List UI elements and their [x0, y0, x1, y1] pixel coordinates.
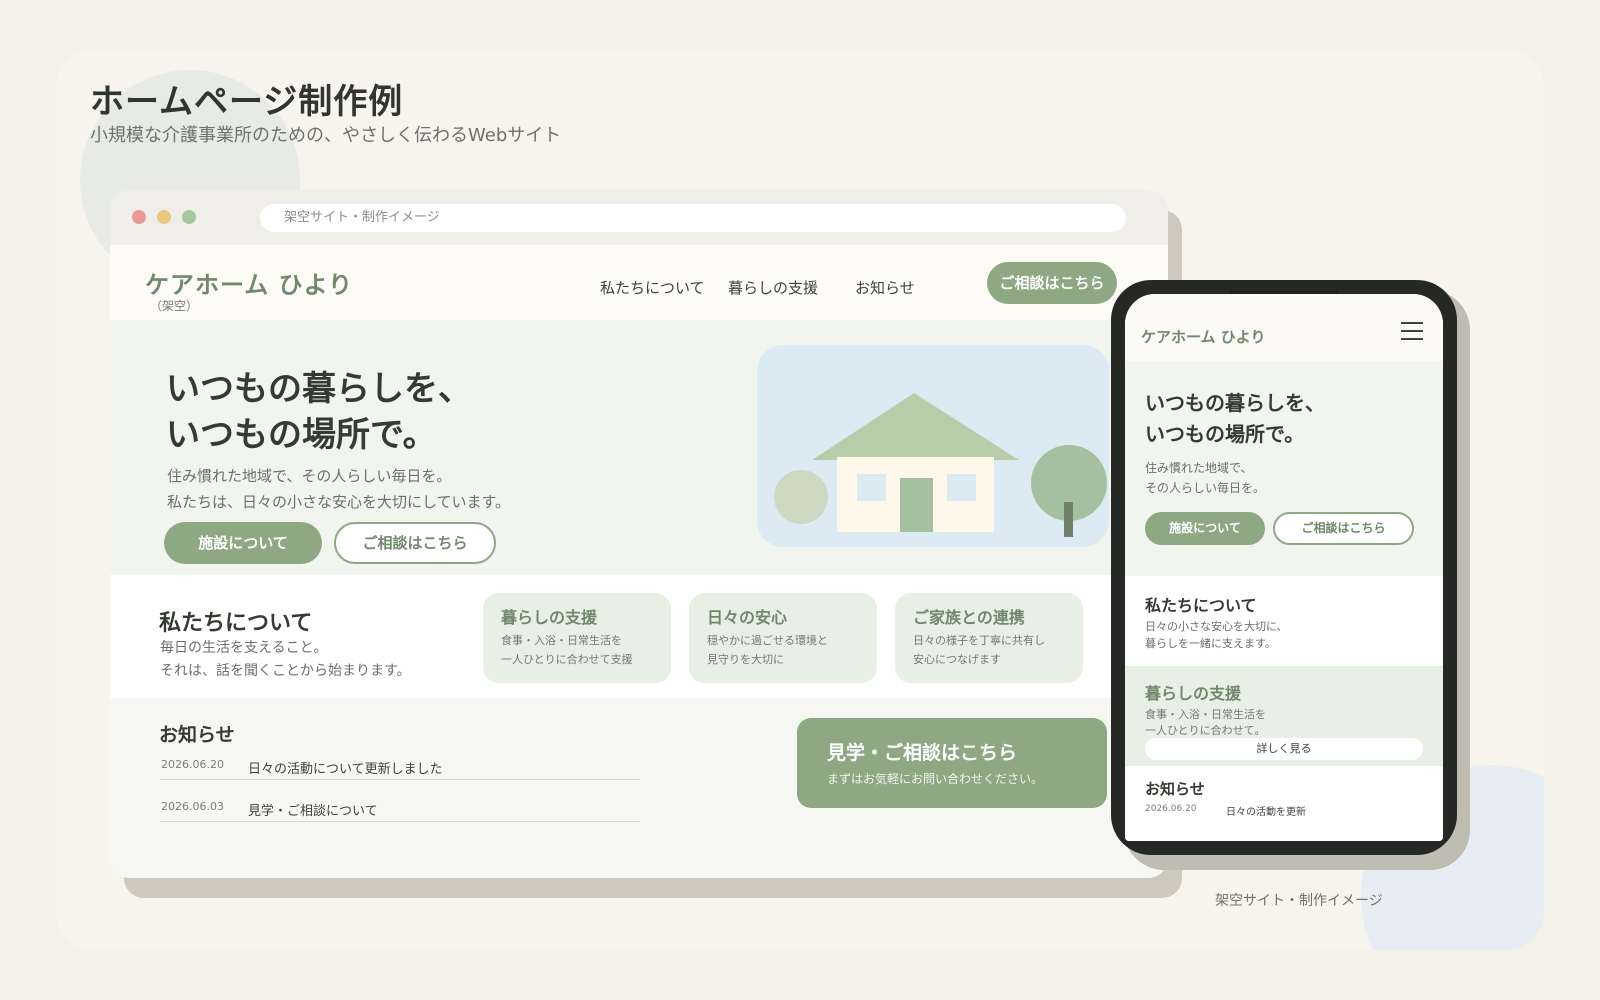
mobile-about-title: 私たちについて: [1145, 596, 1257, 615]
service-card-family[interactable]: ご家族との連携 日々の様子を丁寧に共有し 安心につなげます: [895, 593, 1083, 683]
house-window-shape: [947, 474, 976, 501]
site-header: ケアホーム ひより （架空） 私たちについて 暮らしの支援 お知らせ ご相談はこ…: [110, 245, 1168, 320]
card-title: ご家族との連携: [913, 608, 1025, 627]
mobile-hero-title-line: いつもの暮らしを、: [1145, 391, 1325, 415]
window-minimize-dot[interactable]: [157, 210, 171, 224]
tree-trunk-shape: [1064, 502, 1073, 537]
card-text: 穏やかに過ごせる環境と 見守りを大切に: [707, 631, 877, 669]
service-card-safety[interactable]: 日々の安心 穏やかに過ごせる環境と 見守りを大切に: [689, 593, 877, 683]
mobile-news-section: お知らせ 2026.06.20 日々の活動を更新: [1125, 766, 1443, 841]
mobile-about-section: 私たちについて 日々の小さな安心を大切に、 暮らしを一緒に支えます。: [1125, 576, 1443, 666]
news-text: 日々の活動について更新しました: [248, 762, 443, 777]
mobile-support-text: 食事・入浴・日常生活を 一人ひとりに合わせて。: [1145, 707, 1266, 739]
mobile-phone-mockup: ケアホーム ひより いつもの暮らしを、 いつもの場所で。 住み慣れた地域で、 そ…: [1111, 280, 1457, 855]
page-title: ホームページ制作例: [90, 82, 404, 122]
about-text: 毎日の生活を支えること。 それは、話を聞くことから始まります。: [160, 637, 411, 683]
page-subtitle: 小規模な介護事業所のための、やさしく伝わるWebサイト: [90, 125, 562, 146]
house-roof-shape: [812, 393, 1019, 460]
bush-shape: [774, 470, 828, 524]
facility-button[interactable]: 施設について: [164, 522, 322, 564]
window-maximize-dot[interactable]: [182, 210, 196, 224]
hero-text-line: 住み慣れた地域で、その人らしい毎日を。: [167, 467, 452, 485]
phone-screen: ケアホーム ひより いつもの暮らしを、 いつもの場所で。 住み慣れた地域で、 そ…: [1125, 294, 1443, 841]
news-section: お知らせ 2026.06.20 日々の活動について更新しました 2026.06.…: [110, 698, 1168, 878]
mobile-support-title: 暮らしの支援: [1145, 684, 1242, 703]
news-date: 2026.06.20: [161, 758, 224, 771]
address-bar[interactable]: 架空サイト・制作イメージ: [260, 204, 1126, 232]
mobile-header: ケアホーム ひより: [1125, 294, 1443, 361]
about-text-line: それは、話を聞くことから始まります。: [160, 663, 411, 679]
contact-banner[interactable]: 見学・ご相談はこちら まずはお気軽にお問い合わせください。: [797, 718, 1107, 808]
hero-title: いつもの暮らしを、 いつもの場所で。: [166, 366, 472, 458]
mobile-hero-text: 住み慣れた地域で、 その人らしい毎日を。: [1145, 458, 1265, 498]
mobile-news-date: 2026.06.20: [1145, 804, 1197, 814]
card-text-line: 見守りを大切に: [707, 653, 784, 666]
card-text-line: 日々の様子を丁寧に共有し: [913, 634, 1045, 647]
card-text-line: 安心につなげます: [913, 653, 1001, 666]
mobile-hero-text-line: その人らしい毎日を。: [1145, 481, 1266, 495]
card-text-line: 食事・入浴・日常生活を: [501, 634, 622, 647]
desktop-browser-mockup: 架空サイト・制作イメージ ケアホーム ひより （架空） 私たちについて 暮らしの…: [110, 190, 1168, 878]
hero-title-line: いつもの場所で。: [166, 415, 437, 455]
mobile-consult-button[interactable]: ご相談はこちら: [1273, 512, 1414, 545]
hero-section: いつもの暮らしを、 いつもの場所で。 住み慣れた地域で、その人らしい毎日を。 私…: [110, 320, 1168, 575]
mobile-news-text[interactable]: 日々の活動を更新: [1226, 803, 1306, 818]
card-title: 暮らしの支援: [501, 608, 598, 627]
nav-item-support[interactable]: 暮らしの支援: [728, 277, 818, 298]
news-date: 2026.06.03: [161, 800, 224, 813]
hamburger-menu-icon[interactable]: [1401, 322, 1423, 340]
contact-text: まずはお気軽にお問い合わせください。: [827, 772, 1044, 786]
mobile-hero-title: いつもの暮らしを、 いつもの場所で。: [1145, 388, 1325, 450]
mobile-hero-title-line: いつもの場所で。: [1145, 422, 1305, 446]
about-title: 私たちについて: [159, 611, 313, 636]
mobile-facility-button[interactable]: 施設について: [1145, 512, 1265, 545]
house-window-shape: [857, 474, 886, 501]
house-illustration: [757, 345, 1109, 547]
header-consult-button[interactable]: ご相談はこちら: [987, 262, 1117, 304]
news-item[interactable]: 2026.06.20 日々の活動について更新しました: [160, 756, 640, 780]
about-text-line: 毎日の生活を支えること。: [160, 640, 328, 656]
mobile-support-text-line: 食事・入浴・日常生活を: [1145, 708, 1266, 721]
card-text: 食事・入浴・日常生活を 一人ひとりに合わせて支援: [501, 631, 671, 669]
news-text: 見学・ご相談について: [248, 804, 378, 819]
browser-toolbar: 架空サイト・制作イメージ: [110, 190, 1168, 245]
window-close-dot[interactable]: [132, 210, 146, 224]
site-logo-note: （架空）: [150, 299, 199, 313]
card-text-line: 一人ひとりに合わせて支援: [501, 653, 633, 666]
news-item[interactable]: 2026.06.03 見学・ご相談について: [160, 798, 640, 822]
page-heading: ホームページ制作例 小規模な介護事業所のための、やさしく伝わるWebサイト: [90, 80, 561, 148]
mobile-support-text-line: 一人ひとりに合わせて。: [1145, 724, 1266, 737]
site-logo[interactable]: ケアホーム ひより: [145, 265, 353, 300]
mobile-about-text-line: 日々の小さな安心を大切に、: [1145, 620, 1288, 633]
about-section: 私たちについて 毎日の生活を支えること。 それは、話を聞くことから始まります。 …: [110, 575, 1168, 698]
mobile-hero-text-line: 住み慣れた地域で、: [1145, 461, 1253, 475]
consult-button[interactable]: ご相談はこちら: [334, 522, 496, 564]
news-title: お知らせ: [159, 724, 235, 746]
nav-item-news[interactable]: お知らせ: [855, 277, 915, 298]
image-caption: 架空サイト・制作イメージ: [1215, 893, 1383, 909]
showcase-panel: ホームページ制作例 小規模な介護事業所のための、やさしく伝わるWebサイト 架空…: [56, 50, 1544, 950]
mobile-news-title: お知らせ: [1145, 780, 1205, 798]
nav-item-about[interactable]: 私たちについて: [600, 277, 705, 298]
hero-text: 住み慣れた地域で、その人らしい毎日を。 私たちは、日々の小さな安心を大切にしてい…: [167, 463, 510, 515]
card-title: 日々の安心: [707, 608, 788, 627]
hero-text-line: 私たちは、日々の小さな安心を大切にしています。: [167, 493, 511, 511]
hero-title-line: いつもの暮らしを、: [166, 369, 472, 409]
mobile-about-text-line: 暮らしを一緒に支えます。: [1145, 637, 1276, 650]
service-card-support[interactable]: 暮らしの支援 食事・入浴・日常生活を 一人ひとりに合わせて支援: [483, 593, 671, 683]
mobile-hero: いつもの暮らしを、 いつもの場所で。 住み慣れた地域で、 その人らしい毎日を。 …: [1125, 361, 1443, 576]
mobile-logo[interactable]: ケアホーム ひより: [1141, 326, 1265, 347]
mobile-support-section: 暮らしの支援 食事・入浴・日常生活を 一人ひとりに合わせて。 詳しく見る: [1125, 666, 1443, 766]
card-text-line: 穏やかに過ごせる環境と: [707, 634, 828, 647]
contact-title: 見学・ご相談はこちら: [827, 742, 1018, 764]
house-illustration-svg: [774, 393, 1107, 537]
house-door-shape: [900, 478, 933, 532]
mobile-about-text: 日々の小さな安心を大切に、 暮らしを一緒に支えます。: [1145, 618, 1288, 652]
card-text: 日々の様子を丁寧に共有し 安心につなげます: [913, 631, 1083, 669]
details-button[interactable]: 詳しく見る: [1145, 738, 1423, 760]
